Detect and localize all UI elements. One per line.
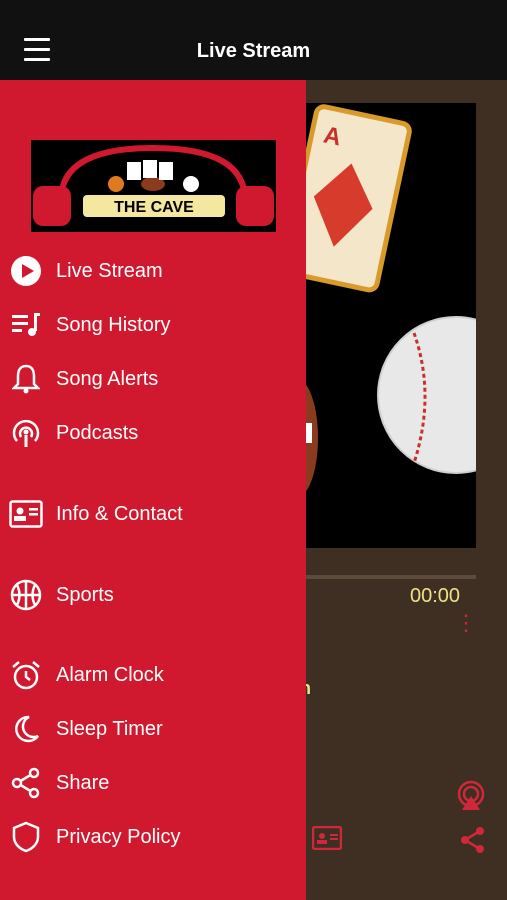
menu-item-podcasts[interactable]: Podcasts bbox=[0, 411, 306, 455]
album-art: A bbox=[296, 103, 476, 548]
progress-bar[interactable] bbox=[306, 575, 476, 579]
airplay-icon[interactable] bbox=[454, 780, 488, 814]
menu-item-label: Sleep Timer bbox=[56, 717, 163, 740]
station-logo: THE CAVE bbox=[31, 140, 276, 232]
menu-item-sleep-timer[interactable]: Sleep Timer bbox=[0, 707, 306, 751]
podcast-icon bbox=[8, 415, 44, 451]
share-icon[interactable] bbox=[460, 826, 486, 854]
menu-item-label: Live Stream bbox=[56, 259, 163, 282]
top-bar: Live Stream bbox=[0, 0, 507, 80]
menu-item-info-contact[interactable]: Info & Contact bbox=[0, 492, 306, 536]
logo-text: THE CAVE bbox=[114, 199, 194, 216]
menu-item-label: Alarm Clock bbox=[56, 663, 164, 686]
elapsed-time: 00:00 bbox=[410, 585, 461, 607]
menu-item-privacy-policy[interactable]: Privacy Policy bbox=[0, 815, 306, 859]
alarm-clock-icon bbox=[8, 657, 44, 693]
menu-item-label: Privacy Policy bbox=[56, 825, 181, 848]
menu-item-label: Song History bbox=[56, 313, 171, 336]
navigation-drawer: THE CAVE Live Stream Song History Song A… bbox=[0, 80, 306, 900]
shield-icon bbox=[8, 819, 44, 855]
menu-item-label: Info & Contact bbox=[56, 502, 183, 525]
menu-item-song-alerts[interactable]: Song Alerts bbox=[0, 357, 306, 401]
menu-item-live-stream[interactable]: Live Stream bbox=[0, 249, 306, 293]
playlist-icon bbox=[8, 307, 44, 343]
bell-icon bbox=[8, 361, 44, 397]
menu-item-label: Podcasts bbox=[56, 421, 139, 444]
menu-item-label: Sports bbox=[56, 583, 114, 606]
menu-item-label: Share bbox=[56, 771, 110, 794]
menu-item-share[interactable]: Share bbox=[0, 761, 306, 805]
moon-icon bbox=[8, 711, 44, 747]
contact-card-icon[interactable] bbox=[312, 826, 342, 850]
menu-item-sports[interactable]: Sports bbox=[0, 573, 306, 617]
more-options-icon[interactable]: ⋮ bbox=[455, 612, 477, 634]
menu-item-alarm-clock[interactable]: Alarm Clock bbox=[0, 653, 306, 697]
page-title: Live Stream bbox=[196, 40, 311, 62]
share-icon bbox=[8, 765, 44, 801]
menu-item-song-history[interactable]: Song History bbox=[0, 303, 306, 347]
play-circle-icon bbox=[8, 253, 44, 289]
contact-card-icon bbox=[8, 496, 44, 532]
basketball-icon bbox=[8, 577, 44, 613]
menu-item-label: Song Alerts bbox=[56, 367, 159, 390]
